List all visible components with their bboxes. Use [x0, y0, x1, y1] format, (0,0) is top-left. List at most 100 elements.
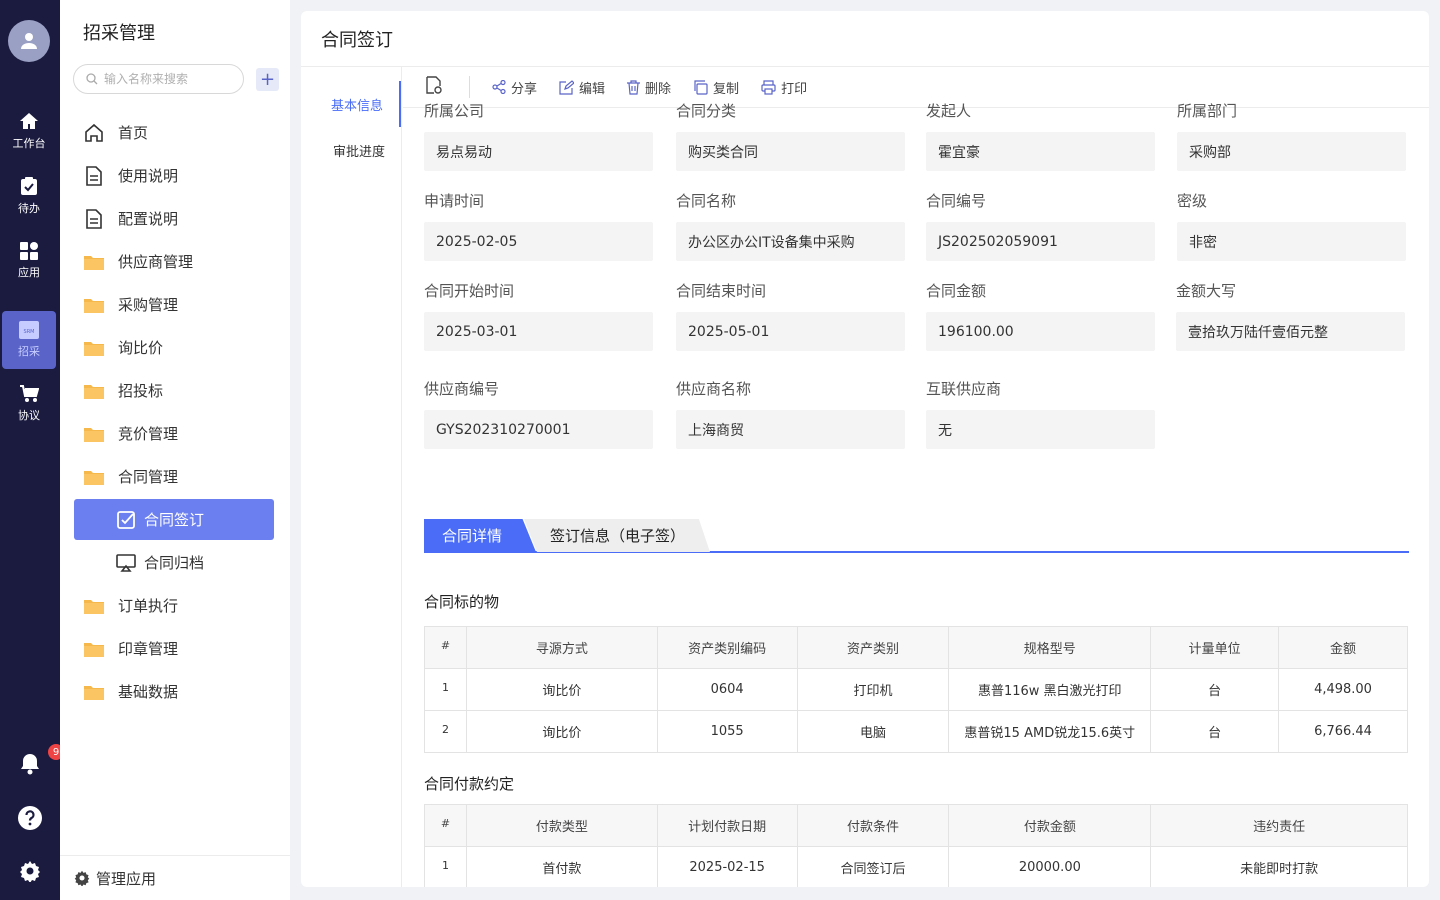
table-cell: 打印机: [796, 668, 950, 711]
section-title-items: 合同标的物: [424, 593, 500, 611]
field-label: 合同金额: [926, 282, 987, 300]
home-outline-icon: [85, 123, 103, 142]
field-label: 申请时间: [424, 192, 485, 210]
table-cell: 1: [424, 846, 467, 887]
table-row[interactable]: 1 首付款 2025-02-15 合同签订后 20000.00 未能即时打款: [424, 846, 1408, 887]
table-cell: 惠普116w 黑白激光打印: [948, 668, 1152, 711]
print-button[interactable]: 打印: [761, 78, 807, 97]
field-value: 2025-03-01: [424, 312, 653, 351]
rail-item-workbench[interactable]: 工作台: [2, 102, 56, 160]
tab-contract-detail[interactable]: 合同详情: [424, 519, 536, 552]
share-button[interactable]: 分享: [492, 78, 537, 97]
view-button[interactable]: [425, 76, 443, 98]
sidebar-item-base-data[interactable]: 基础数据: [74, 670, 274, 713]
copy-button[interactable]: 复制: [693, 78, 739, 97]
sidebar-item-label: 合同签订: [144, 511, 205, 529]
field-amount: 合同金额 196100.00: [926, 280, 1155, 351]
help-button[interactable]: [0, 805, 60, 831]
sidebar-item-contract-archive[interactable]: 合同归档: [74, 541, 274, 584]
rail-label: 应用: [18, 266, 40, 279]
table-cell: 4,498.00: [1278, 668, 1408, 711]
column-header: #: [424, 626, 467, 669]
rail-item-apps[interactable]: 应用: [2, 232, 56, 290]
table-cell: 1: [424, 668, 467, 711]
tab-approval-progress[interactable]: 审批进度: [301, 127, 401, 173]
table-row[interactable]: 1 询比价 0604 打印机 惠普116w 黑白激光打印 台 4,498.00: [424, 668, 1408, 711]
tab-basic-info[interactable]: 基本信息: [301, 81, 401, 127]
copy-label: 复制: [713, 81, 740, 97]
search-box[interactable]: [73, 64, 244, 94]
sidebar-item-label: 合同管理: [118, 468, 179, 486]
edit-button[interactable]: 编辑: [559, 78, 605, 97]
field-value: 2025-05-01: [676, 312, 905, 351]
sidebar-item-config-guide[interactable]: 配置说明: [74, 197, 274, 240]
sidebar-item-label: 订单执行: [118, 597, 179, 615]
copy-icon: [694, 79, 708, 95]
sidebar-item-home[interactable]: 首页: [74, 111, 274, 154]
content-area: 分享 编辑 删除 复制 打印 所属公司 易点易动 合同分类 购买类合同 发起人 霍宜豪: [403, 67, 1429, 887]
sidebar-item-contract-signing[interactable]: 合同签订: [74, 499, 274, 540]
rail-label: 协议: [18, 409, 40, 422]
column-header: 金额: [1278, 626, 1408, 669]
field-amount-uppercase: 金额大写 壹拾玖万陆仟壹佰元整: [1176, 280, 1405, 351]
manage-apps-button[interactable]: 管理应用: [60, 855, 290, 900]
gear-icon: [20, 861, 40, 882]
table-row[interactable]: 2 询比价 1055 电脑 惠普锐15 AMD锐龙15.6英寸 台 6,766.…: [424, 710, 1408, 753]
sidebar-item-purchase[interactable]: 采购管理: [74, 283, 274, 326]
field-label: 供应商名称: [676, 380, 752, 398]
sidebar-item-contract-management[interactable]: 合同管理: [74, 455, 274, 498]
table-cell: 首付款: [465, 846, 658, 887]
field-value: JS202502059091: [926, 222, 1155, 261]
add-button[interactable]: +: [256, 68, 279, 91]
field-label: 发起人: [926, 102, 972, 120]
delete-button[interactable]: 删除: [627, 78, 671, 97]
document-icon: [86, 208, 102, 229]
clipboard-icon: [21, 177, 37, 195]
sidebar-item-label: 竞价管理: [118, 425, 179, 443]
field-supplier-number: 供应商编号 GYS202310270001: [424, 378, 653, 449]
user-icon: [21, 33, 37, 49]
sidebar-item-supplier[interactable]: 供应商管理: [74, 240, 274, 283]
notification-button[interactable]: 9: [0, 744, 64, 780]
home-icon: [20, 113, 38, 129]
table-cell: 询比价: [465, 710, 658, 753]
share-label: 分享: [511, 81, 538, 97]
search-icon: [86, 73, 98, 85]
folder-icon: [84, 341, 104, 356]
sidebar-item-bidding[interactable]: 招投标: [74, 369, 274, 412]
sidebar-item-seal[interactable]: 印章管理: [74, 627, 274, 670]
sidebar-item-label: 供应商管理: [118, 253, 194, 271]
rail-item-procurement[interactable]: SRM 招采: [2, 311, 56, 369]
share-icon: [492, 80, 506, 94]
table-cell: 电脑: [796, 710, 950, 753]
sidebar-item-label: 基础数据: [118, 683, 179, 701]
sidebar-item-order-execution[interactable]: 订单执行: [74, 584, 274, 627]
tab-signing-info[interactable]: 签订信息（电子签）: [524, 519, 710, 552]
sidebar-item-usage-guide[interactable]: 使用说明: [74, 154, 274, 197]
section-title-payment: 合同付款约定: [424, 775, 515, 793]
settings-button[interactable]: [0, 860, 60, 882]
sidebar: 招采管理 + 首页 使用说明 配置说明 供应商管理 采购管理 询比价: [60, 0, 290, 900]
table-cell: 6,766.44: [1278, 710, 1408, 753]
field-label: 合同编号: [926, 192, 987, 210]
main-panel: 合同签订 基本信息 审批进度 分享 编辑 删除 复制 打印 所属公司 易点易动 …: [301, 11, 1429, 887]
field-contract-number: 合同编号 JS202502059091: [926, 190, 1155, 261]
field-label: 金额大写: [1176, 282, 1237, 300]
field-value: 2025-02-05: [424, 222, 653, 261]
srm-icon: SRM: [19, 321, 39, 339]
field-label: 合同开始时间: [424, 282, 515, 300]
sidebar-item-label: 招投标: [118, 382, 164, 400]
search-input[interactable]: [104, 72, 234, 86]
detail-tabs: 签订信息（电子签） 合同详情: [424, 519, 1409, 553]
rail-item-todo[interactable]: 待办: [2, 167, 56, 225]
table-cell: 台: [1150, 710, 1280, 753]
field-value: 196100.00: [926, 312, 1155, 351]
rail-item-agreement[interactable]: 协议: [2, 375, 56, 433]
field-contract-name: 合同名称 办公区办公IT设备集中采购: [676, 190, 905, 261]
sidebar-item-label: 首页: [118, 124, 149, 142]
sidebar-item-auction[interactable]: 竞价管理: [74, 412, 274, 455]
sidebar-item-inquiry[interactable]: 询比价: [74, 326, 274, 369]
table-cell: 惠普锐15 AMD锐龙15.6英寸: [948, 710, 1152, 753]
trash-icon: [627, 79, 641, 95]
avatar[interactable]: [8, 20, 50, 62]
